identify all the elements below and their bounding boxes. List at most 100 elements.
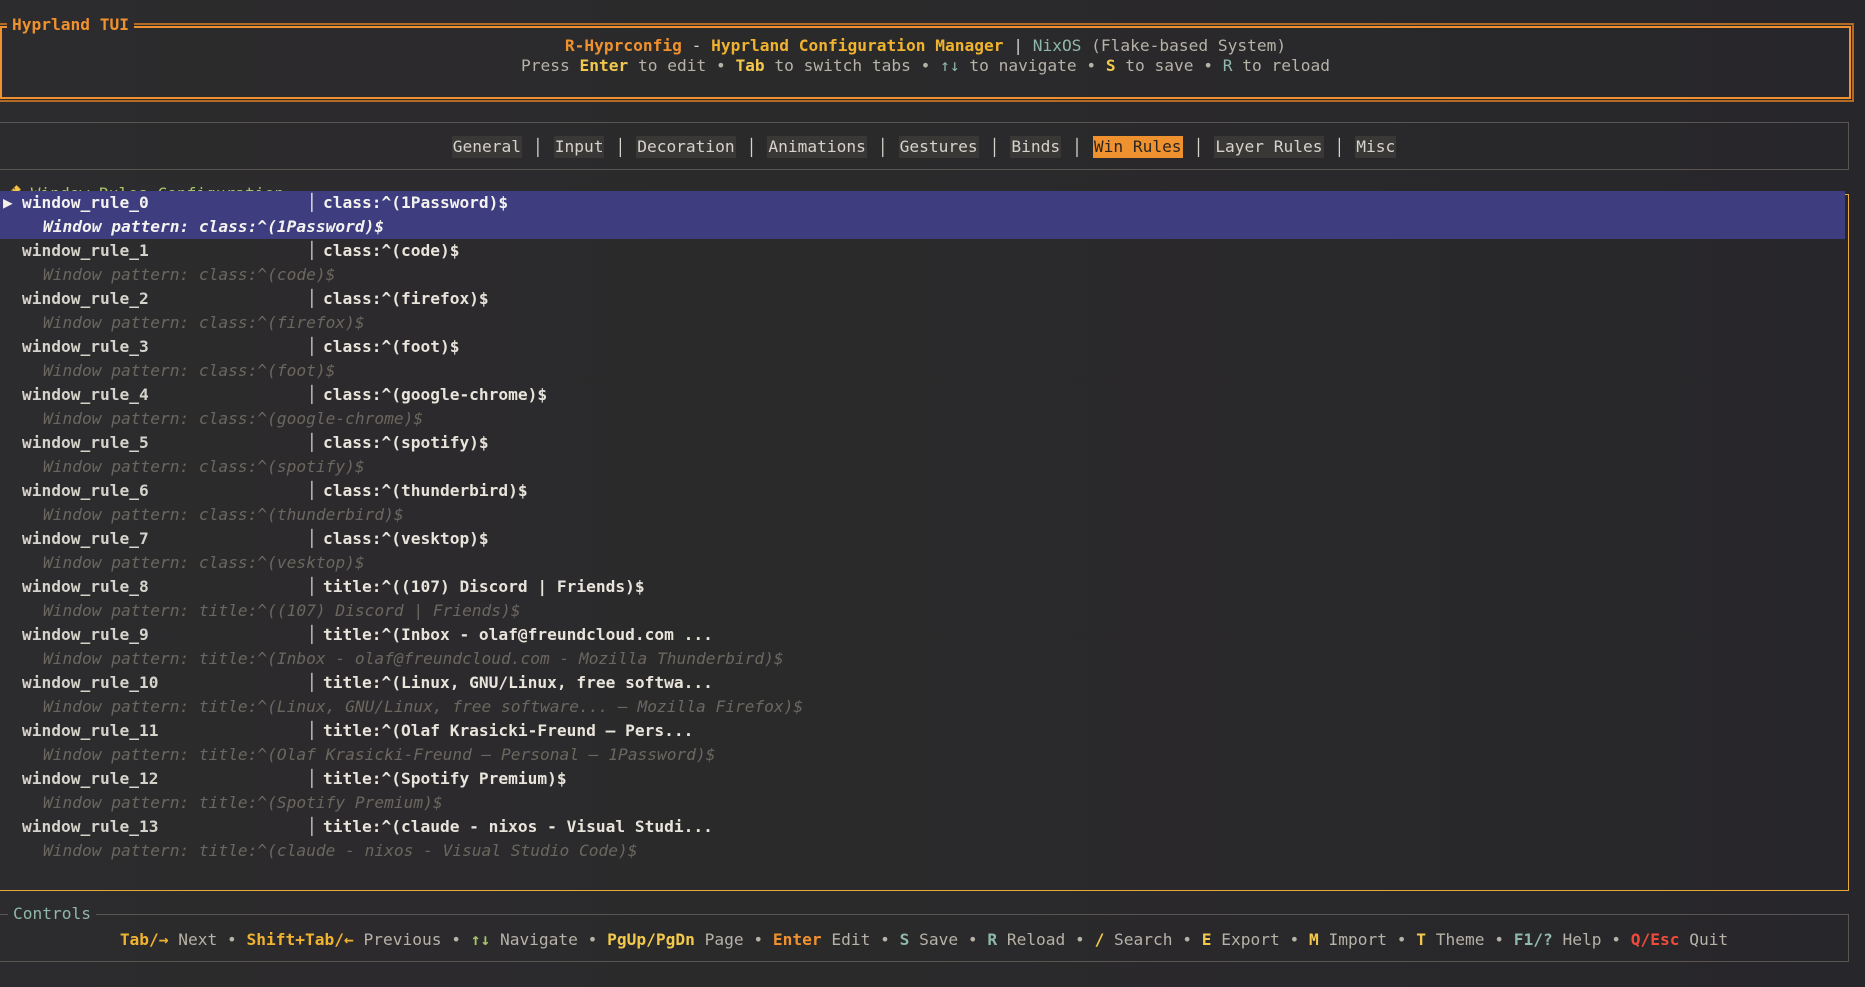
help-key-enter: Enter <box>579 56 629 75</box>
controls-separator: • <box>1601 930 1631 949</box>
rule-name: window_rule_2 <box>22 289 149 308</box>
rule-value: title:^(Inbox - olaf@freundcloud.com ... <box>323 625 713 644</box>
rule-value: class:^(vesktop)$ <box>323 529 489 548</box>
help-key-arrows: ↑↓ <box>940 56 960 75</box>
rule-row[interactable]: window_rule_6 │ class:^(thunderbird)$ <box>0 479 1845 503</box>
controls-separator: • <box>577 930 608 949</box>
tab-misc[interactable]: Misc <box>1355 136 1397 158</box>
controls-separator: • <box>1484 930 1514 949</box>
column-divider: │ <box>307 817 317 836</box>
rule-row[interactable]: window_rule_5 │ class:^(spotify)$ <box>0 431 1845 455</box>
rule-name: window_rule_9 <box>22 625 149 644</box>
controls-line: Tab/→ Next • Shift+Tab/← Previous • ↑↓ N… <box>0 929 1848 951</box>
tab-separator: │ <box>1334 137 1345 157</box>
tab-bar: General │ Input │ Decoration │ Animations │ Gest… <box>0 122 1849 170</box>
tabs: General │ Input │ Decoration │ Animations │ Gest… <box>0 136 1848 158</box>
rule-detail: Window pattern: class:^(thunderbird)$ <box>43 505 404 524</box>
rule-name: window_rule_11 <box>22 721 159 740</box>
tab-separator: │ <box>1072 137 1082 157</box>
control-label: Edit <box>821 930 871 949</box>
control-label: Help <box>1552 930 1602 949</box>
column-divider: │ <box>307 577 317 596</box>
rule-name: window_rule_4 <box>22 385 149 404</box>
column-divider: │ <box>307 337 317 356</box>
rule-row[interactable]: window_rule_9 │ title:^(Inbox - olaf@freun… <box>0 623 1845 647</box>
control-key: Enter <box>772 930 822 949</box>
rule-row[interactable]: window_rule_12 │ title:^(Spotify Premium)$ <box>0 767 1845 791</box>
control-key: T <box>1416 930 1427 949</box>
rule-name: window_rule_1 <box>22 241 149 260</box>
rule-row[interactable]: window_rule_4 │ class:^(google-chrome)$ <box>0 383 1845 407</box>
tab-separator: │ <box>989 137 1000 157</box>
app-header: Hyprland TUI R-Hyprconfig - Hyprland Con… <box>0 15 1851 99</box>
tab-separator: │ <box>532 137 543 157</box>
rule-value: class:^(google-chrome)$ <box>323 385 548 404</box>
tab-decoration[interactable]: Decoration <box>636 136 736 158</box>
rule-detail-row: Window pattern: title:^(Linux, GNU/Linux… <box>0 695 1845 719</box>
app-title: Hyprland TUI <box>7 15 134 35</box>
tab-layer-rules[interactable]: Layer Rules <box>1214 136 1324 158</box>
rule-row[interactable]: window_rule_8 │ title:^((107) Discord | Fr… <box>0 575 1845 599</box>
controls-separator: • <box>870 930 900 949</box>
tab-gestures[interactable]: Gestures <box>898 136 979 158</box>
rule-detail: Window pattern: class:^(code)$ <box>43 265 336 284</box>
column-divider: │ <box>307 625 317 644</box>
rule-row[interactable]: window_rule_11 │ title:^(Olaf Krasicki-Fre… <box>0 719 1845 743</box>
rule-detail-row: Window pattern: class:^(spotify)$ <box>0 455 1845 479</box>
help-to-switch: to switch tabs • <box>764 56 941 75</box>
rule-detail-row: Window pattern: title:^((107) Discord | … <box>0 599 1845 623</box>
rule-row[interactable]: window_rule_7 │ class:^(vesktop)$ <box>0 527 1845 551</box>
rule-detail: Window pattern: title:^(Inbox - olaf@fre… <box>43 649 784 668</box>
column-divider: │ <box>307 529 317 548</box>
rule-detail-row: Window pattern: title:^(Olaf Krasicki-Fr… <box>0 743 1845 767</box>
tab-general[interactable]: General <box>451 136 522 158</box>
selection-pointer-icon: ▶ <box>3 193 13 212</box>
rule-row[interactable]: window_rule_13 │ title:^(claude - nixos - … <box>0 815 1845 839</box>
rule-value: title:^(Olaf Krasicki-Freund — Pers... <box>323 721 694 740</box>
help-to-reload: to reload <box>1232 56 1330 75</box>
rule-name: window_rule_3 <box>22 337 149 356</box>
rule-detail: Window pattern: title:^(Spotify Premium)… <box>43 793 443 812</box>
tab-separator: │ <box>1193 137 1204 157</box>
rule-detail: Window pattern: class:^(vesktop)$ <box>43 553 365 572</box>
controls-separator: • <box>1279 930 1310 949</box>
controls-separator: • <box>1172 930 1202 949</box>
control-key: ↑↓ <box>470 930 491 949</box>
rule-detail-row: Window pattern: class:^(code)$ <box>0 263 1845 287</box>
column-divider: │ <box>307 289 317 308</box>
control-label: Next <box>168 930 218 949</box>
column-divider: │ <box>307 673 317 692</box>
column-divider: │ <box>307 721 317 740</box>
control-label: Navigate <box>490 930 578 949</box>
rule-detail-row: Window pattern: title:^(Spotify Premium)… <box>0 791 1845 815</box>
control-key: F1/? <box>1513 930 1553 949</box>
rule-value: class:^(foot)$ <box>323 337 460 356</box>
rule-row[interactable]: window_rule_1 │ class:^(code)$ <box>0 239 1845 263</box>
rule-detail-row: Window pattern: class:^(1Password)$ <box>0 215 1845 239</box>
tab-win-rules[interactable]: Win Rules <box>1092 136 1183 158</box>
rule-row[interactable]: window_rule_3 │ class:^(foot)$ <box>0 335 1845 359</box>
controls-panel: Controls Tab/→ Next • Shift+Tab/← Previo… <box>0 904 1849 962</box>
tab-binds[interactable]: Binds <box>1010 136 1062 158</box>
tab-input[interactable]: Input <box>553 136 605 158</box>
help-key-s: S <box>1105 56 1116 75</box>
help-to-nav: to navigate • <box>959 56 1106 75</box>
rule-value: class:^(code)$ <box>323 241 460 260</box>
app-subtitle: Hyprland Configuration Manager <box>711 36 1004 55</box>
tab-separator: │ <box>877 137 888 157</box>
header-pipe: | <box>1003 36 1033 55</box>
rule-detail-row: Window pattern: class:^(firefox)$ <box>0 311 1845 335</box>
column-divider: │ <box>307 193 317 212</box>
rule-value: title:^(Spotify Premium)$ <box>323 769 567 788</box>
rule-detail: Window pattern: class:^(google-chrome)$ <box>43 409 424 428</box>
rule-detail-row: Window pattern: class:^(vesktop)$ <box>0 551 1845 575</box>
rule-row[interactable]: window_rule_10 │ title:^(Linux, GNU/Linux,… <box>0 671 1845 695</box>
rule-row[interactable]: window_rule_2 │ class:^(firefox)$ <box>0 287 1845 311</box>
rule-detail: Window pattern: title:^((107) Discord | … <box>43 601 521 620</box>
rule-detail: Window pattern: class:^(firefox)$ <box>43 313 365 332</box>
rule-detail: Window pattern: class:^(1Password)$ <box>43 217 385 236</box>
rule-detail-row: Window pattern: class:^(google-chrome)$ <box>0 407 1845 431</box>
tab-animations[interactable]: Animations <box>767 136 867 158</box>
control-label: Page <box>694 930 744 949</box>
rule-name: window_rule_0 <box>22 193 149 212</box>
